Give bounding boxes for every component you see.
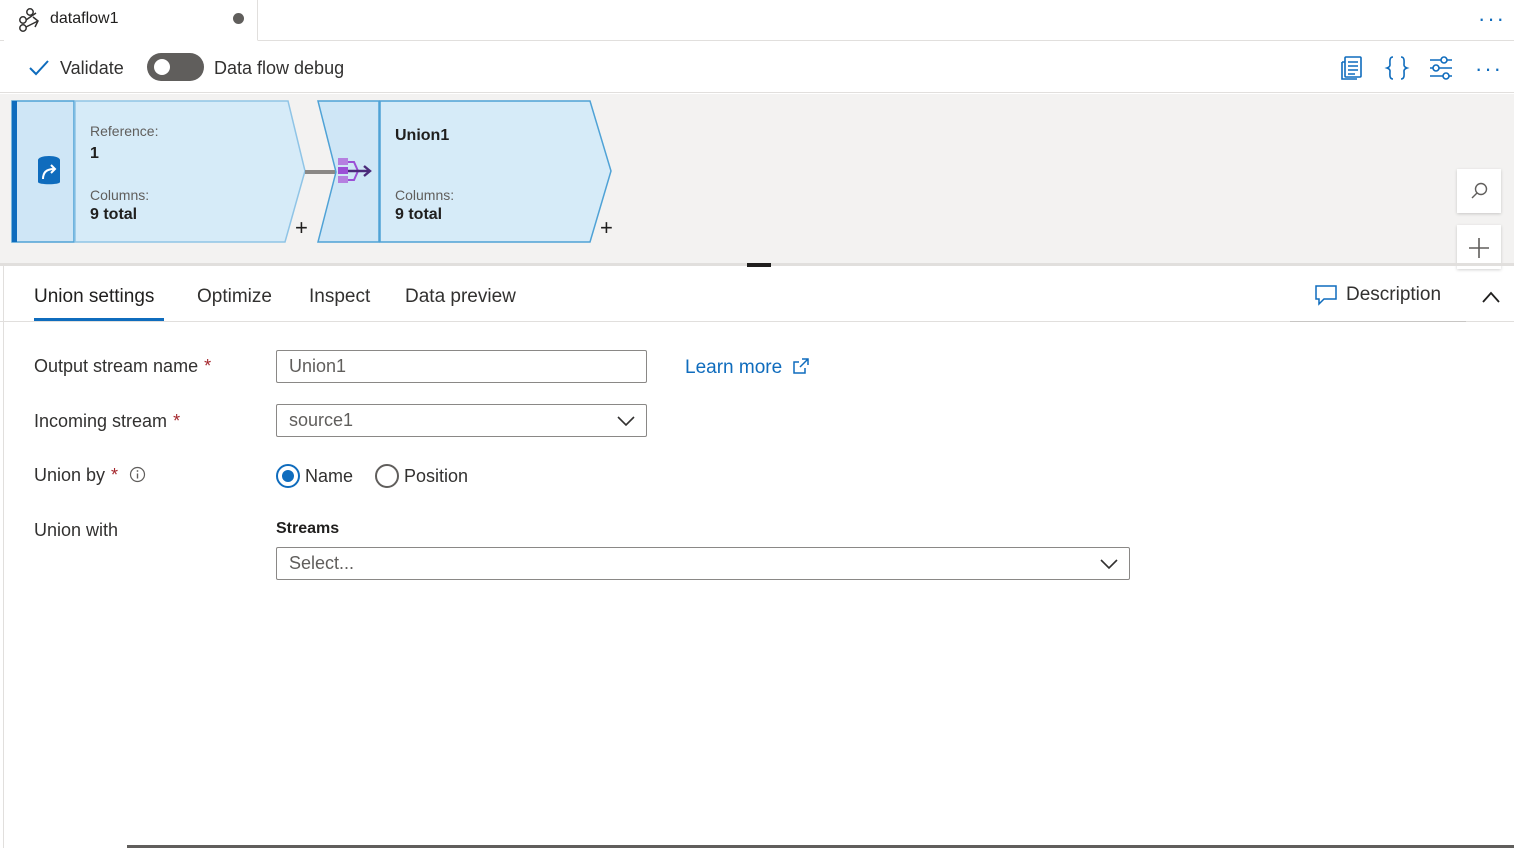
tab-more-icon[interactable]: ··· bbox=[1478, 8, 1506, 30]
checkmark-icon bbox=[29, 60, 49, 76]
incoming-stream-label-text: Incoming stream bbox=[34, 411, 168, 431]
required-asterisk: * bbox=[173, 411, 181, 431]
union-with-streams-dropdown[interactable]: Select... bbox=[276, 547, 1130, 580]
dataflow-canvas[interactable]: Reference: 1 Columns: 9 total + Union1 C… bbox=[0, 94, 1514, 269]
info-icon[interactable] bbox=[129, 466, 146, 483]
document-tab-bar: dataflow1 ··· bbox=[0, 0, 1514, 41]
required-asterisk: * bbox=[204, 356, 212, 376]
code-braces-icon[interactable] bbox=[1383, 54, 1411, 82]
toolbar-more-icon[interactable]: ··· bbox=[1475, 58, 1503, 80]
comment-icon bbox=[1315, 285, 1337, 306]
incoming-stream-value: source1 bbox=[289, 410, 354, 430]
union-node-name: Union1 bbox=[395, 127, 450, 144]
canvas-search-button[interactable] bbox=[1457, 169, 1501, 213]
description-button[interactable]: Description bbox=[1290, 278, 1466, 322]
incoming-stream-label: Incoming stream * bbox=[34, 411, 180, 432]
source-reference-label: Reference: bbox=[90, 123, 159, 139]
union-by-label-text: Union by bbox=[34, 465, 106, 485]
plus-icon bbox=[1469, 238, 1489, 258]
chevron-down-icon bbox=[1100, 559, 1118, 570]
tab-inspect[interactable]: Inspect bbox=[309, 286, 370, 308]
dataflow-toolbar: Validate Data flow debug ··· bbox=[0, 42, 1514, 93]
document-tab-title: dataflow1 bbox=[50, 10, 119, 27]
source-columns-value: 9 total bbox=[90, 206, 138, 223]
dataflow-icon bbox=[19, 8, 39, 32]
union-by-position-radio[interactable] bbox=[375, 464, 399, 488]
output-stream-name-input[interactable] bbox=[276, 350, 647, 383]
source-dataset-icon bbox=[38, 156, 60, 185]
union-icon bbox=[338, 158, 372, 183]
data-flow-debug-label: Data flow debug bbox=[214, 58, 345, 78]
external-link-icon bbox=[793, 358, 810, 374]
description-label: Description bbox=[1346, 284, 1442, 305]
learn-more-text: Learn more bbox=[685, 357, 783, 378]
search-icon bbox=[1471, 182, 1488, 199]
script-icon[interactable] bbox=[1338, 54, 1366, 82]
output-stream-name-label: Output stream name * bbox=[34, 356, 211, 377]
union-by-name-label[interactable]: Name bbox=[305, 466, 353, 487]
output-stream-name-label-text: Output stream name bbox=[34, 356, 199, 376]
tab-union-settings[interactable]: Union settings bbox=[34, 286, 154, 308]
tab-optimize[interactable]: Optimize bbox=[197, 286, 272, 308]
data-flow-debug-toggle[interactable] bbox=[147, 53, 204, 81]
collapse-panel-chevron-up-icon[interactable] bbox=[1481, 290, 1501, 304]
streams-dropdown-placeholder: Select... bbox=[289, 553, 355, 573]
validate-label: Validate bbox=[60, 58, 124, 78]
panel-left-border bbox=[3, 266, 4, 848]
source-columns-label: Columns: bbox=[90, 187, 150, 203]
settings-sliders-icon[interactable] bbox=[1427, 54, 1455, 82]
union-with-label: Union with bbox=[34, 520, 119, 540]
union-add-transform-icon[interactable]: + bbox=[600, 217, 613, 239]
document-tab-dataflow1[interactable]: dataflow1 bbox=[4, 0, 258, 41]
chevron-down-icon bbox=[617, 416, 635, 427]
union-by-position-label[interactable]: Position bbox=[404, 466, 468, 487]
incoming-stream-dropdown[interactable]: source1 bbox=[276, 404, 647, 437]
settings-panel-tabs: Union settings Optimize Inspect Data pre… bbox=[0, 266, 1514, 322]
union-by-name-radio[interactable] bbox=[276, 464, 300, 488]
union-columns-value: 9 total bbox=[395, 206, 443, 223]
tab-data-preview[interactable]: Data preview bbox=[405, 286, 516, 308]
streams-column-header: Streams bbox=[276, 520, 340, 537]
source-add-transform-icon[interactable]: + bbox=[295, 217, 308, 239]
dataflow-graph bbox=[11, 100, 612, 243]
union-by-label: Union by * bbox=[34, 465, 146, 486]
source-reference-value: 1 bbox=[90, 145, 99, 162]
active-tab-indicator bbox=[34, 318, 164, 321]
toggle-knob bbox=[154, 59, 170, 75]
unsaved-changes-dot[interactable] bbox=[233, 13, 244, 24]
required-asterisk: * bbox=[111, 465, 119, 485]
learn-more-link[interactable]: Learn more bbox=[685, 356, 811, 379]
union-columns-label: Columns: bbox=[395, 187, 455, 203]
